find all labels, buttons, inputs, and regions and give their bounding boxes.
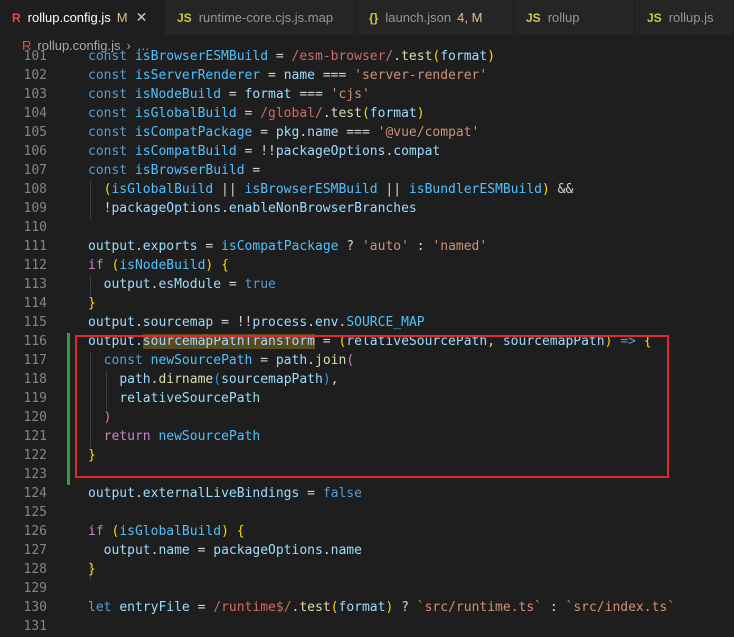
code-line: 103 const isNodeBuild = format === 'cjs' [23, 87, 370, 102]
tab-label: rollup.js [668, 10, 714, 25]
code-line: 125 [23, 505, 47, 520]
code-line: 110 [23, 220, 47, 235]
modified-indicator: M [116, 10, 128, 25]
json-file-icon: {} [369, 10, 379, 25]
code-line: 114} [23, 296, 96, 311]
code-line: 127 output.name = packageOptions.name [23, 543, 362, 558]
code-line: 131 [23, 619, 47, 634]
js-file-icon: JS [526, 10, 541, 25]
js-file-icon: JS [177, 10, 192, 25]
code-line: 129 [23, 581, 47, 596]
tab-runtime-core-map[interactable]: JS runtime-core.cjs.js.map [165, 0, 357, 35]
tab-rollup-config[interactable]: R rollup.config.js M ✕ [0, 0, 165, 35]
tab-rollup[interactable]: JS rollup [514, 0, 635, 35]
tab-launch-json[interactable]: {} launch.json 4, M [357, 0, 514, 35]
code-line: 109 !packageOptions.enableNonBrowserBran… [23, 201, 417, 216]
tab-bar: R rollup.config.js M ✕ JS runtime-core.c… [0, 0, 734, 35]
tab-label: runtime-core.cjs.js.map [198, 10, 334, 25]
rollup-icon: R [12, 10, 21, 25]
code-line: 104 const isGlobalBuild = /global/.test(f… [23, 106, 425, 121]
code-line: 130 let entryFile = /runtime$/.test(forma… [23, 600, 676, 615]
code-line: 128} [23, 562, 96, 577]
tab-label: rollup [547, 10, 580, 25]
modified-indicator: 4, M [457, 10, 483, 25]
code-line: 111 output.exports = isCompatPackage ? 'a… [23, 239, 488, 254]
close-icon[interactable]: ✕ [136, 9, 148, 26]
js-file-icon: JS [647, 10, 662, 25]
code-line: 112 if (isNodeBuild) { [23, 258, 229, 273]
highlight-annotation-box [75, 335, 669, 478]
code-line: 115 output.sourcemap = !!process.env.SOUR… [23, 315, 425, 330]
code-line: 108 (isGlobalBuild || isBrowserESMBuild … [23, 182, 574, 197]
tab-label: launch.json [385, 10, 452, 25]
tab-label: rollup.config.js [27, 10, 111, 25]
code-line: 124 output.externalLiveBindings = false [23, 486, 362, 501]
code-line: 107 const isBrowserBuild = [23, 163, 261, 178]
code-line: 101 const isBrowserESMBuild = /esm-browse… [23, 49, 496, 64]
tab-rollup-js[interactable]: JS rollup.js [635, 0, 734, 35]
code-line: 113 output.esModule = true [23, 277, 276, 292]
code-line: 126 if (isGlobalBuild) { [23, 524, 245, 539]
code-line: 105 const isCompatPackage = pkg.name === … [23, 125, 480, 140]
code-line: 102 const isServerRenderer = name === 'se… [23, 68, 488, 83]
code-line: 106 const isCompatBuild = !!packageOption… [23, 144, 441, 159]
